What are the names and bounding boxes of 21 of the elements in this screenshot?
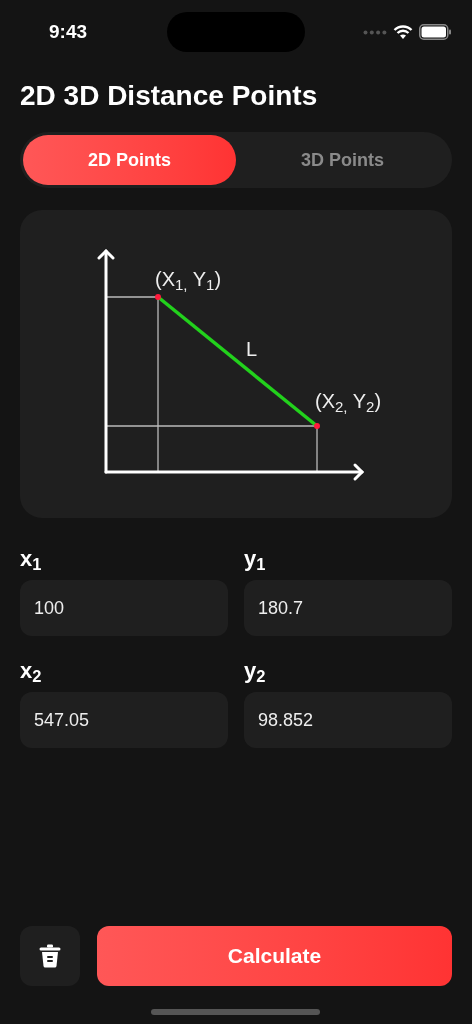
- point-label: (X$_{2,}$ Y$_{2}$): [315, 389, 382, 416]
- delete-button[interactable]: [20, 926, 80, 986]
- field-label: y$_{1}$: [244, 546, 267, 572]
- point-label: (X$_{1,}$ Y$_{1}$): [155, 267, 222, 294]
- line-label: L: [246, 337, 258, 362]
- field-label: x$_{2}$: [20, 658, 43, 684]
- input-field[interactable]: 98.852: [244, 692, 452, 748]
- battery-icon: [419, 24, 452, 40]
- point-marker: [314, 423, 320, 429]
- trash-icon: [39, 944, 61, 968]
- input-field[interactable]: 180.7: [244, 580, 452, 636]
- tab[interactable]: 3D Points: [236, 135, 449, 185]
- status-time: 9:43: [48, 19, 88, 44]
- field-label: y$_{2}$: [244, 658, 267, 684]
- input-field[interactable]: 100: [20, 580, 228, 636]
- page-title: 2D 3D Distance Points: [20, 79, 319, 113]
- wifi-icon: [393, 24, 413, 40]
- field-label: x$_{1}$: [20, 546, 43, 572]
- point-marker: [155, 294, 161, 300]
- input-field[interactable]: 547.05: [20, 692, 228, 748]
- signal-dots-icon: [363, 29, 387, 35]
